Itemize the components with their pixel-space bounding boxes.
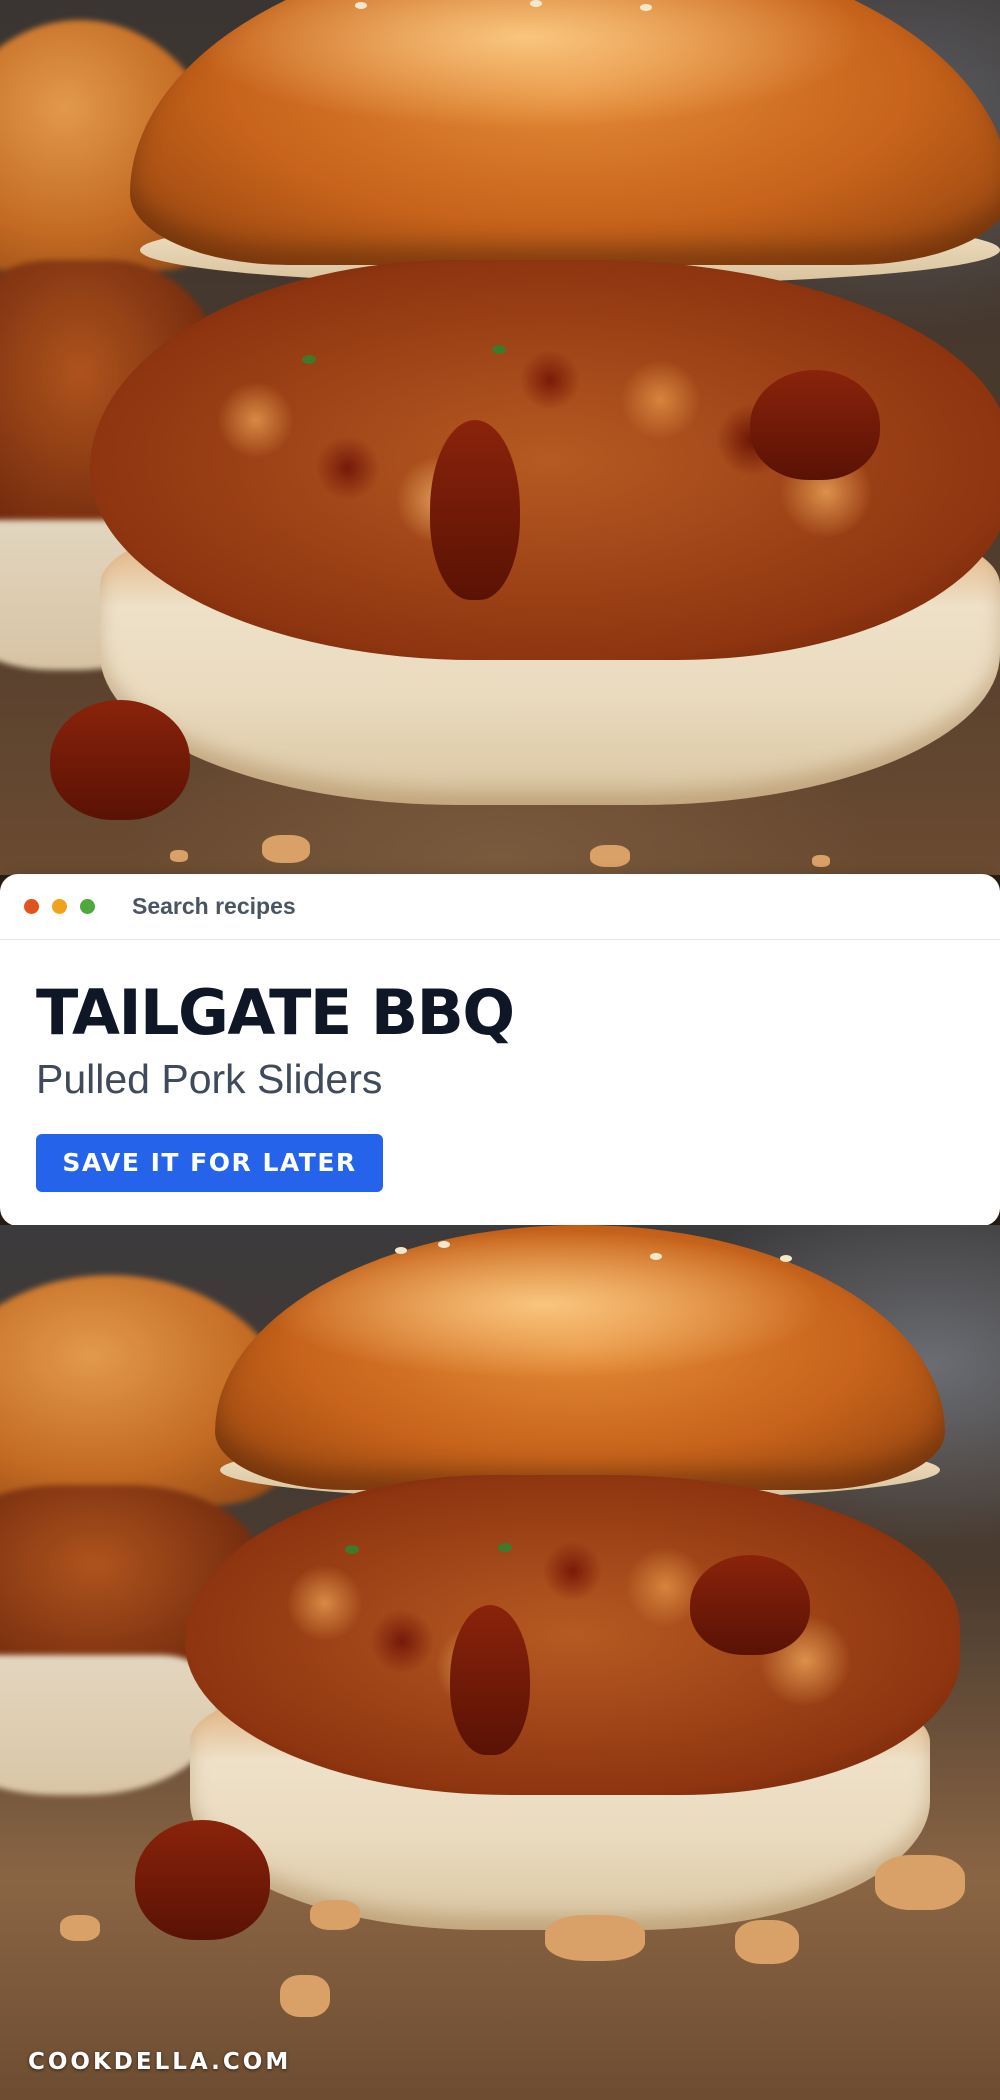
recipe-subtitle: Pulled Pork Sliders — [36, 1056, 383, 1102]
crumb — [875, 1855, 965, 1910]
sauce-drip — [690, 1555, 810, 1655]
sesame-seed — [438, 1241, 450, 1248]
sauce-drip — [450, 1605, 530, 1755]
crumb — [262, 835, 310, 863]
save-for-later-button[interactable]: SAVE IT FOR LATER — [36, 1134, 383, 1192]
window-title-bar: Search recipes — [0, 874, 1000, 940]
slider-top-bun — [130, 0, 1000, 265]
search-recipes-label[interactable]: Search recipes — [132, 893, 296, 920]
herb-garnish — [345, 1545, 359, 1554]
slider-filling — [185, 1475, 960, 1795]
crumb — [310, 1900, 360, 1930]
sauce-drip — [50, 700, 190, 820]
crumb — [170, 850, 188, 862]
sauce-drip — [430, 420, 520, 600]
recipe-card: Search recipes TAILGATE BBQ Pulled Pork … — [0, 874, 1000, 1226]
crumb — [735, 1920, 799, 1964]
sesame-seed — [530, 0, 542, 7]
sesame-seed — [780, 1255, 792, 1262]
sesame-seed — [355, 2, 367, 9]
herb-garnish — [498, 1543, 512, 1552]
sesame-seed — [650, 1253, 662, 1260]
main-slider — [130, 1225, 960, 2045]
hero-photo-top — [0, 0, 1000, 875]
crumb — [545, 1915, 645, 1961]
sesame-seed — [395, 1247, 407, 1254]
sauce-drip — [135, 1820, 270, 1940]
sesame-seed — [640, 4, 652, 11]
hero-photo-bottom — [0, 1225, 1000, 2100]
slider-top-bun — [215, 1225, 945, 1490]
recipe-title: TAILGATE BBQ — [36, 976, 515, 1049]
herb-garnish — [492, 345, 506, 354]
minimize-dot-icon — [52, 899, 67, 914]
maximize-dot-icon — [80, 899, 95, 914]
crumb — [60, 1915, 100, 1941]
herb-garnish — [302, 355, 316, 364]
site-domain-watermark: COOKDELLA.COM — [28, 2049, 292, 2075]
crumb — [280, 1975, 330, 2017]
crumb — [590, 845, 630, 867]
sauce-drip — [750, 370, 880, 480]
main-slider — [30, 0, 1000, 870]
crumb — [812, 855, 830, 867]
close-dot-icon — [24, 899, 39, 914]
